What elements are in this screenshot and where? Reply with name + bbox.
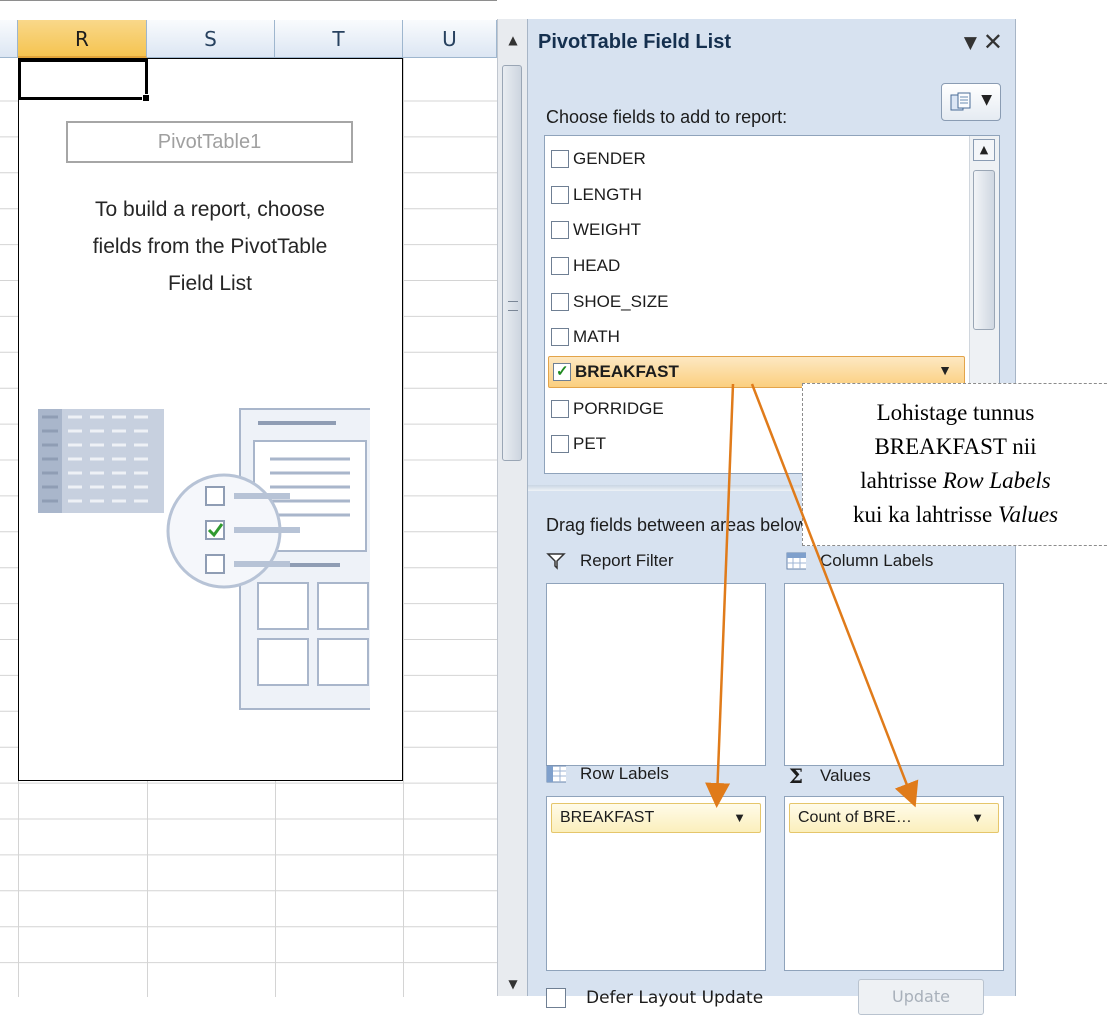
field-label: HEAD — [573, 256, 621, 275]
close-icon[interactable]: ✕ — [983, 28, 1003, 56]
callout-text: Lohistage tunnus BREAKFAST nii lahtrisse… — [803, 396, 1107, 532]
field-item-length[interactable]: LENGTH — [551, 178, 642, 212]
callout-line-1: Lohistage tunnus — [876, 400, 1035, 425]
row-labels-header: Row Labels — [546, 764, 669, 784]
choose-fields-label: Choose fields to add to report: — [546, 107, 788, 127]
sigma-icon: Σ — [788, 764, 804, 788]
callout-line-4: kui ka lahtrisse Values — [852, 502, 1059, 527]
field-label: LENGTH — [573, 185, 642, 204]
field-item-shoe-size[interactable]: SHOE_SIZE — [551, 285, 668, 319]
select-all-corner[interactable] — [0, 20, 18, 58]
field-label: PET — [573, 434, 607, 453]
drag-fields-label: Drag fields between areas below: — [546, 515, 813, 535]
row-labels-icon — [546, 765, 566, 783]
active-cell-r1[interactable] — [18, 59, 150, 102]
values-field-label: Count of BRE… — [798, 809, 912, 826]
values-header: Σ Values — [786, 764, 871, 788]
pivottable-instructions: To build a report, choose fields from th… — [92, 198, 328, 295]
field-label: GENDER — [573, 149, 646, 168]
field-checkbox-checked[interactable]: ✓ — [553, 363, 571, 381]
field-label: BREAKFAST — [575, 362, 679, 381]
scroll-up-arrow-icon[interactable]: ▲ — [973, 139, 995, 161]
worksheet-area: R S T U PivotTable1 To build a report, c… — [0, 0, 497, 997]
row-labels-field-breakfast[interactable]: BREAKFAST ▼ — [551, 803, 761, 833]
field-label: MATH — [573, 327, 620, 346]
column-header-s[interactable]: S — [147, 20, 275, 58]
report-filter-label: Report Filter — [580, 551, 674, 570]
report-filter-dropzone[interactable] — [546, 583, 766, 766]
row-labels-label: Row Labels — [580, 764, 669, 783]
values-label: Values — [820, 766, 871, 785]
column-labels-icon — [786, 552, 806, 570]
values-field-count-of-breakfast[interactable]: Count of BRE… ▼ — [789, 803, 999, 833]
column-header-t[interactable]: T — [275, 20, 403, 58]
field-label: WEIGHT — [573, 220, 641, 239]
field-layout-icon — [950, 92, 971, 111]
row-labels-dropzone[interactable]: BREAKFAST ▼ — [546, 796, 766, 971]
instruction-callout: Lohistage tunnus BREAKFAST nii lahtrisse… — [802, 383, 1107, 546]
scroll-up-arrow-icon[interactable]: ▲ — [498, 33, 528, 47]
field-item-head[interactable]: HEAD — [551, 249, 620, 283]
row-field-label: BREAKFAST — [560, 809, 655, 826]
defer-layout-checkbox[interactable] — [546, 988, 566, 1008]
field-checkbox[interactable] — [551, 400, 569, 418]
sheet-scroll-thumb[interactable] — [502, 65, 522, 461]
field-item-porridge[interactable]: PORRIDGE — [551, 392, 664, 426]
pane-title: PivotTable Field List — [538, 31, 731, 53]
field-item-math[interactable]: MATH — [551, 320, 620, 354]
scroll-down-arrow-icon[interactable]: ▼ — [498, 977, 528, 991]
field-checkbox[interactable] — [551, 150, 569, 168]
column-labels-header: Column Labels — [786, 551, 933, 571]
field-item-pet[interactable]: PET — [551, 427, 606, 461]
defer-layout-label: Defer Layout Update — [586, 988, 764, 1008]
callout-line-3: lahtrisse Row Labels — [860, 468, 1051, 493]
checkmark-icon: ✓ — [556, 363, 569, 380]
field-label: SHOE_SIZE — [573, 292, 669, 311]
pane-menu-chevron-icon[interactable]: ▼ — [964, 33, 977, 53]
chevron-down-icon[interactable]: ▼ — [971, 804, 984, 832]
field-checkbox[interactable] — [551, 186, 569, 204]
values-dropzone[interactable]: Count of BRE… ▼ — [784, 796, 1004, 971]
column-header-r[interactable]: R — [18, 20, 147, 58]
pivottable-name: PivotTable1 — [66, 121, 353, 163]
chevron-down-icon[interactable]: ▼ — [733, 804, 746, 832]
column-labels-label: Column Labels — [820, 551, 934, 570]
field-checkbox[interactable] — [551, 328, 569, 346]
column-header-u[interactable]: U — [403, 20, 497, 58]
field-checkbox[interactable] — [551, 221, 569, 239]
report-filter-header: Report Filter — [546, 551, 674, 571]
layout-options-button[interactable]: ▼ — [941, 83, 1001, 121]
field-item-gender[interactable]: GENDER — [551, 142, 646, 176]
callout-line-2: BREAKFAST nii — [874, 434, 1037, 459]
field-label: PORRIDGE — [573, 399, 664, 418]
sheet-vertical-scrollbar[interactable]: ▲ ▼ — [497, 19, 527, 996]
field-checkbox[interactable] — [551, 293, 569, 311]
field-item-weight[interactable]: WEIGHT — [551, 213, 641, 247]
chevron-down-icon[interactable]: ▼ — [938, 362, 952, 378]
chevron-down-icon: ▼ — [981, 92, 992, 108]
field-checkbox[interactable] — [551, 435, 569, 453]
field-list-scroll-thumb[interactable] — [973, 170, 995, 330]
filter-icon — [546, 552, 566, 570]
column-labels-dropzone[interactable] — [784, 583, 1004, 766]
update-button[interactable]: Update — [858, 979, 984, 1015]
field-checkbox[interactable] — [551, 257, 569, 275]
pivottable-illustration — [38, 408, 370, 710]
